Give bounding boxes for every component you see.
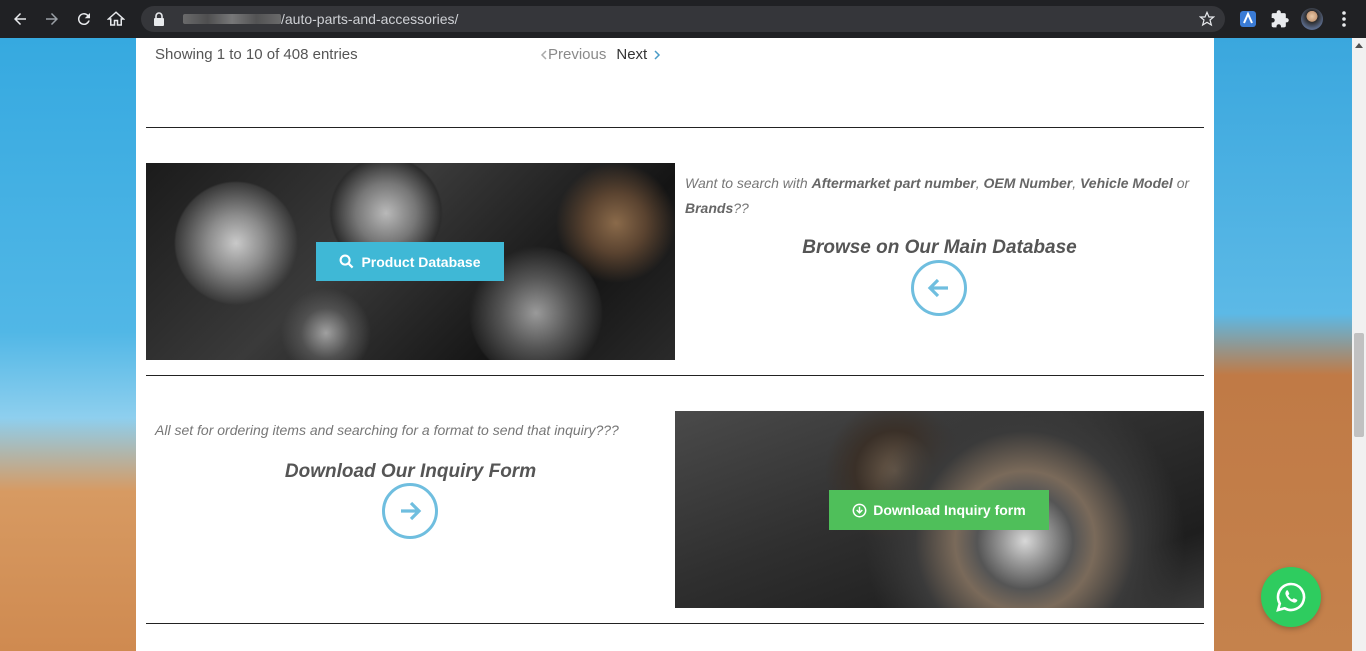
download-inquiry-label: Download Inquiry form xyxy=(873,502,1026,518)
profile-avatar[interactable] xyxy=(1301,8,1323,30)
previous-page-button[interactable]: Previous xyxy=(540,46,606,63)
product-database-button[interactable]: Product Database xyxy=(316,242,504,281)
next-page-button[interactable]: Next xyxy=(616,46,661,63)
url-path: /auto-parts-and-accessories/ xyxy=(281,11,459,27)
term-aftermarket: Aftermarket part number xyxy=(811,175,976,191)
intro-suffix: ?? xyxy=(733,200,749,216)
background-desert-right xyxy=(1214,38,1352,651)
chevron-left-icon xyxy=(540,49,547,60)
lock-icon xyxy=(154,12,164,26)
search-icon xyxy=(340,254,354,269)
bookmark-star-icon[interactable] xyxy=(1199,11,1215,27)
next-label: Next xyxy=(616,46,648,63)
database-intro-text: Want to search with Aftermarket part num… xyxy=(685,171,1195,221)
browser-toolbar: /auto-parts-and-accessories/ xyxy=(0,0,1366,38)
download-inquiry-form-button[interactable]: Download Inquiry form xyxy=(829,490,1049,530)
intro-prefix: Want to search with xyxy=(685,175,812,191)
whatsapp-chat-button[interactable] xyxy=(1261,567,1321,627)
right-arrow-circle-icon[interactable] xyxy=(382,483,438,539)
puzzle-extensions-icon[interactable] xyxy=(1270,9,1290,29)
download-circle-icon xyxy=(852,503,867,517)
table-entries-info: Showing 1 to 10 of 408 entries xyxy=(155,46,358,63)
whatsapp-icon xyxy=(1276,582,1306,612)
product-database-label: Product Database xyxy=(361,253,481,270)
divider xyxy=(146,623,1204,624)
left-arrow-circle-icon[interactable] xyxy=(911,260,967,316)
previous-label: Previous xyxy=(548,46,607,63)
page-content: Showing 1 to 10 of 408 entries Previous … xyxy=(136,38,1214,651)
term-vehicle-model: Vehicle Model xyxy=(1079,175,1173,191)
address-bar[interactable]: /auto-parts-and-accessories/ xyxy=(141,6,1225,32)
pagination: Previous Next xyxy=(540,46,661,63)
browser-menu-icon[interactable] xyxy=(1334,9,1354,29)
separator: , xyxy=(975,175,984,191)
forward-arrow-icon[interactable] xyxy=(40,7,64,31)
download-inquiry-heading: Download Our Inquiry Form xyxy=(284,461,537,482)
back-arrow-icon[interactable] xyxy=(8,7,32,31)
browse-database-heading: Browse on Our Main Database xyxy=(802,237,1077,258)
divider xyxy=(146,127,1204,128)
scrollbar-thumb[interactable] xyxy=(1354,333,1364,437)
chevron-right-icon xyxy=(654,49,661,60)
scroll-up-arrow-icon[interactable] xyxy=(1352,38,1366,52)
background-desert-left xyxy=(0,38,136,651)
separator: , xyxy=(1072,175,1080,191)
separator: or xyxy=(1172,175,1190,191)
reload-icon[interactable] xyxy=(72,7,96,31)
term-brands: Brands xyxy=(685,200,734,216)
page-scrollbar[interactable] xyxy=(1352,38,1366,651)
extension-icon[interactable] xyxy=(1238,9,1258,29)
term-oem: OEM Number xyxy=(983,175,1073,191)
inquiry-intro-text: All set for ordering items and searching… xyxy=(155,422,619,438)
home-icon[interactable] xyxy=(104,7,128,31)
divider xyxy=(146,375,1204,376)
url-domain-redacted xyxy=(183,14,281,24)
